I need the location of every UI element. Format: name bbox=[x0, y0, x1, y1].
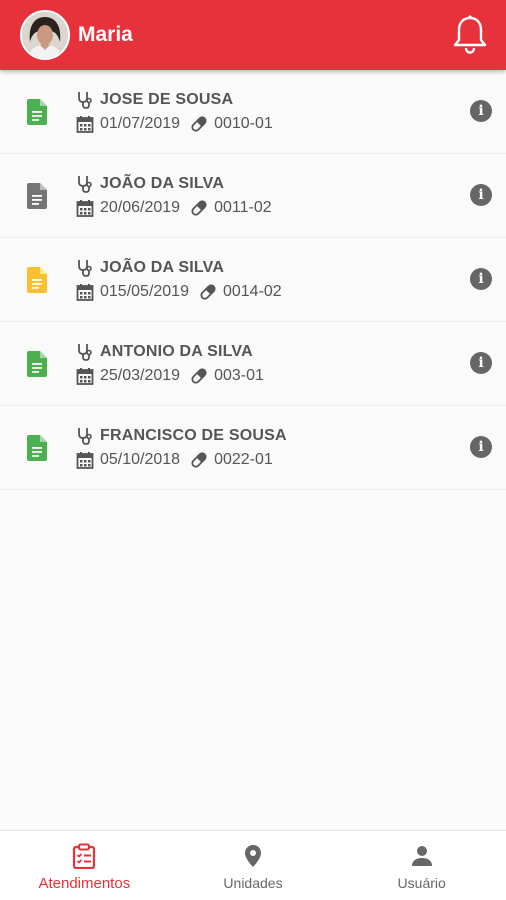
avatar-image bbox=[22, 12, 68, 58]
calendar-icon bbox=[76, 452, 94, 469]
stethoscope-icon bbox=[78, 344, 92, 361]
appointment-code: 0022-01 bbox=[214, 451, 273, 468]
stethoscope-icon bbox=[78, 92, 92, 109]
list-item[interactable]: ANTONIO DA SILVA 25/03/2019 003-01 i bbox=[0, 322, 506, 406]
calendar-icon bbox=[76, 116, 94, 133]
info-icon[interactable]: i bbox=[470, 352, 492, 374]
appointment-date: 01/07/2019 bbox=[100, 115, 181, 132]
appointment-date: 05/10/2018 bbox=[100, 451, 181, 468]
info-icon[interactable]: i bbox=[470, 268, 492, 290]
appointment-date: 015/05/2019 bbox=[100, 283, 189, 300]
pill-icon bbox=[191, 368, 207, 384]
stethoscope-icon bbox=[78, 428, 92, 445]
app-header: Maria bbox=[0, 0, 506, 70]
doctor-name: JOÃO DA SILVA bbox=[100, 259, 225, 276]
bell-icon[interactable] bbox=[452, 14, 488, 54]
person-icon bbox=[411, 846, 432, 866]
avatar[interactable] bbox=[20, 10, 70, 60]
doctor-name: JOÃO DA SILVA bbox=[100, 175, 225, 192]
stethoscope-icon bbox=[78, 176, 92, 193]
nav-tab-unidades[interactable]: Unidades bbox=[169, 831, 338, 900]
pill-icon bbox=[191, 116, 207, 132]
appointment-date: 25/03/2019 bbox=[100, 367, 181, 384]
document-icon bbox=[27, 351, 47, 377]
nav-label: Usuário bbox=[397, 875, 446, 891]
user-name: Maria bbox=[78, 23, 133, 46]
location-pin-icon bbox=[245, 845, 261, 867]
list-item[interactable]: JOÃO DA SILVA 015/05/2019 0014-02 i bbox=[0, 238, 506, 322]
calendar-icon bbox=[76, 284, 94, 301]
info-icon[interactable]: i bbox=[470, 436, 492, 458]
clipboard-icon bbox=[73, 843, 96, 869]
appointment-code: 003-01 bbox=[214, 367, 264, 384]
appointment-code: 0010-01 bbox=[214, 115, 273, 132]
list-item[interactable]: FRANCISCO DE SOUSA 05/10/2018 0022-01 i bbox=[0, 406, 506, 490]
stethoscope-icon bbox=[78, 260, 92, 277]
calendar-icon bbox=[76, 368, 94, 385]
doctor-name: JOSE DE SOUSA bbox=[100, 91, 234, 108]
list-item[interactable]: JOÃO DA SILVA 20/06/2019 0011-02 i bbox=[0, 154, 506, 238]
appointment-date: 20/06/2019 bbox=[100, 199, 181, 216]
nav-tab-usuario[interactable]: Usuário bbox=[337, 831, 506, 900]
info-icon[interactable]: i bbox=[470, 184, 492, 206]
bottom-navigation: Atendimentos Unidades Usuário bbox=[0, 830, 506, 900]
appointment-code: 0011-02 bbox=[214, 199, 272, 216]
document-icon bbox=[27, 99, 47, 125]
appointment-list: JOSE DE SOUSA 01/07/2019 0010-01 i JOÃO … bbox=[0, 70, 506, 490]
calendar-icon bbox=[76, 200, 94, 217]
list-item[interactable]: JOSE DE SOUSA 01/07/2019 0010-01 i bbox=[0, 70, 506, 154]
doctor-name: FRANCISCO DE SOUSA bbox=[100, 427, 287, 444]
nav-tab-atendimentos[interactable]: Atendimentos bbox=[0, 831, 169, 900]
nav-label: Unidades bbox=[223, 875, 283, 891]
pill-icon bbox=[191, 452, 207, 468]
pill-icon bbox=[191, 200, 207, 216]
pill-icon bbox=[200, 284, 216, 300]
nav-label: Atendimentos bbox=[38, 875, 131, 892]
document-icon bbox=[27, 435, 47, 461]
appointment-code: 0014-02 bbox=[222, 283, 282, 300]
document-icon bbox=[27, 267, 47, 293]
info-icon[interactable]: i bbox=[470, 100, 492, 122]
document-icon bbox=[27, 183, 47, 209]
doctor-name: ANTONIO DA SILVA bbox=[100, 343, 253, 360]
